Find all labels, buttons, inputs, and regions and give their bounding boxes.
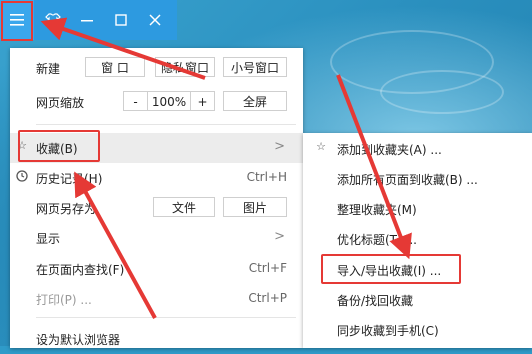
minimize-button[interactable] xyxy=(70,0,104,40)
highlight-box xyxy=(1,1,33,41)
new-label: 新建 xyxy=(36,62,61,76)
submenu-item-label: 添加到收藏夹(A) ... xyxy=(337,143,442,157)
find-label: 在页面内查找(F) xyxy=(36,263,125,277)
maximize-icon xyxy=(115,14,127,26)
menu-item-history[interactable]: 历史记录(H) Ctrl+H xyxy=(10,163,303,193)
new-private-window-button[interactable]: 隐私窗口 xyxy=(155,57,215,77)
save-as-file-button[interactable]: 文件 xyxy=(153,197,215,217)
zoom-in-button[interactable]: + xyxy=(191,91,215,111)
print-shortcut: Ctrl+P xyxy=(248,291,287,305)
submenu-item-sync-mobile[interactable]: 同步收藏到手机(C) xyxy=(303,315,532,345)
clock-icon xyxy=(16,170,28,182)
favorites-submenu: ☆ 添加到收藏夹(A) ... 添加所有页面到收藏(B) ... 整理收藏夹(M… xyxy=(303,133,532,348)
divider xyxy=(36,317,296,318)
menu-item-find[interactable]: 在页面内查找(F) Ctrl+F xyxy=(10,254,303,284)
star-icon: ☆ xyxy=(316,140,326,153)
submenu-item-label: 备份/找回收藏 xyxy=(337,294,414,308)
menu-item-print[interactable]: 打印(P) ... Ctrl+P xyxy=(10,284,303,314)
main-menu: 新建 窗 口 隐私窗口 小号窗口 网页缩放 - 100% + 全屏 ☆ 收藏(B… xyxy=(10,48,303,348)
divider xyxy=(36,124,296,125)
new-alt-window-button[interactable]: 小号窗口 xyxy=(223,57,287,77)
display-label: 显示 xyxy=(36,232,61,246)
find-shortcut: Ctrl+F xyxy=(248,261,287,275)
highlight-box xyxy=(321,254,461,284)
save-as-image-button[interactable]: 图片 xyxy=(223,197,287,217)
menu-item-display[interactable]: 显示 > xyxy=(10,223,303,253)
minimize-icon xyxy=(81,20,93,22)
title-bar xyxy=(0,0,177,41)
print-label: 打印(P) ... xyxy=(36,293,92,307)
new-window-button[interactable]: 窗 口 xyxy=(85,57,145,77)
submenu-item-add-favorite[interactable]: ☆ 添加到收藏夹(A) ... xyxy=(303,134,532,164)
menu-item-set-default[interactable]: 设为默认浏览器 xyxy=(10,324,303,354)
submenu-item-label: 同步收藏到手机(C) xyxy=(337,324,439,338)
highlight-box xyxy=(18,130,100,162)
submenu-item-optimize-title[interactable]: 优化标题(T) ... xyxy=(303,224,532,254)
zoom-value: 100% xyxy=(147,91,191,111)
close-icon xyxy=(149,14,161,26)
default-browser-label: 设为默认浏览器 xyxy=(36,333,121,347)
water-ripple xyxy=(380,70,504,114)
history-label: 历史记录(H) xyxy=(36,172,103,186)
submenu-item-add-all[interactable]: 添加所有页面到收藏(B) ... xyxy=(303,164,532,194)
skin-button[interactable] xyxy=(36,0,70,40)
submenu-item-backup[interactable]: 备份/找回收藏 xyxy=(303,285,532,315)
shirt-skin-icon xyxy=(45,13,61,27)
submenu-item-label: 整理收藏夹(M) xyxy=(337,203,417,217)
submenu-item-label: 优化标题(T) ... xyxy=(337,233,417,247)
menu-row-saveas: 网页另存为 文件 图片 xyxy=(10,193,303,223)
hamburger-menu-button[interactable] xyxy=(0,0,34,41)
submenu-item-organize[interactable]: 整理收藏夹(M) xyxy=(303,194,532,224)
saveas-label: 网页另存为 xyxy=(36,202,97,216)
fullscreen-button[interactable]: 全屏 xyxy=(223,91,287,111)
close-button[interactable] xyxy=(138,0,172,40)
maximize-button[interactable] xyxy=(104,0,138,40)
zoom-label: 网页缩放 xyxy=(36,96,85,110)
chevron-right-icon: > xyxy=(274,229,285,244)
menu-row-new: 新建 窗 口 隐私窗口 小号窗口 xyxy=(10,53,303,83)
submenu-item-label: 添加所有页面到收藏(B) ... xyxy=(337,173,478,187)
chevron-right-icon: > xyxy=(274,139,285,154)
zoom-out-button[interactable]: - xyxy=(123,91,147,111)
menu-row-zoom: 网页缩放 - 100% + 全屏 xyxy=(10,87,303,117)
history-shortcut: Ctrl+H xyxy=(246,170,287,184)
